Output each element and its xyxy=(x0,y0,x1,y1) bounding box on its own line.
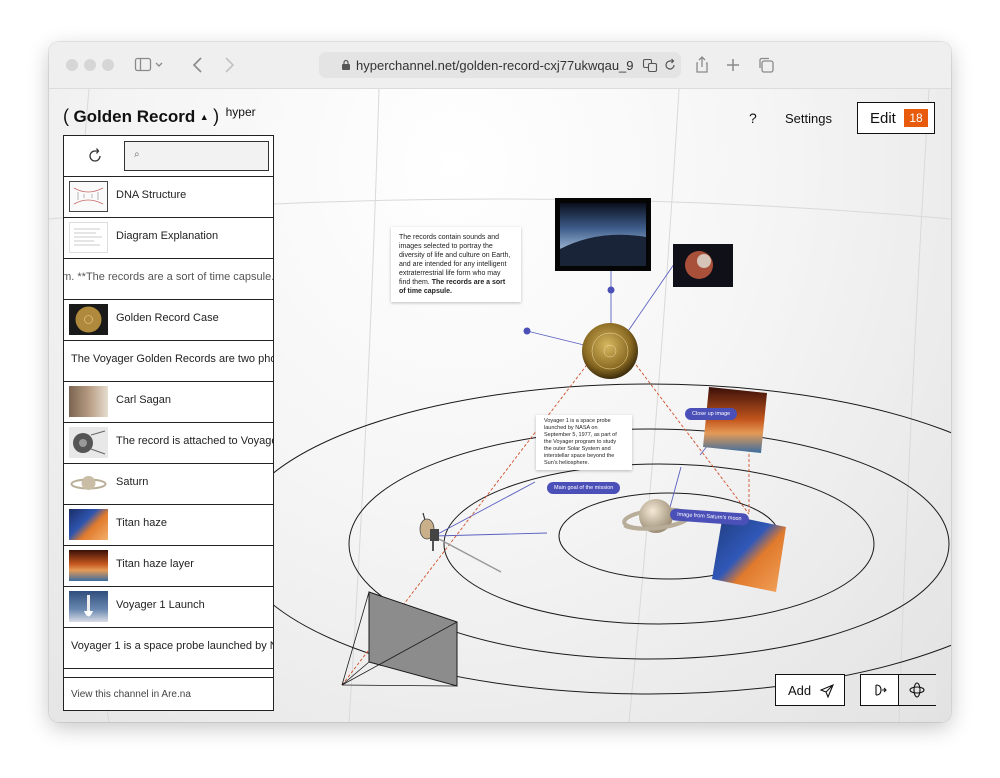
voyager-note-text: Voyager 1 is a space probe launched by N… xyxy=(544,418,617,466)
list-item-titan-haze[interactable]: Titan haze xyxy=(64,505,273,546)
saturn-thumbnail xyxy=(69,468,108,499)
close-paren: ) xyxy=(213,106,220,126)
list-item-voyager-records-text[interactable]: The Voyager Golden Records are two phono xyxy=(64,341,273,382)
label-main-goal[interactable]: Main goal of the mission xyxy=(547,482,621,494)
arena-link-label: View this channel in Are.na xyxy=(71,689,191,700)
orbit-mode-button[interactable] xyxy=(898,675,936,705)
lock-icon xyxy=(342,59,350,70)
list-item-label: Golden Record Case xyxy=(116,312,219,324)
titan-thumbnail xyxy=(69,509,108,540)
address-bar[interactable]: hyperchannel.net/golden-record-cxj77ukwq… xyxy=(319,52,681,78)
list-item-saturn[interactable]: Saturn xyxy=(64,464,273,505)
edit-label: Edit xyxy=(870,110,896,127)
arena-link[interactable]: View this channel in Are.na xyxy=(64,677,273,711)
add-label: Add xyxy=(788,683,812,698)
earth-photo[interactable] xyxy=(555,198,651,271)
titan-haze-layer-photo[interactable] xyxy=(712,514,786,592)
zoom-window-button[interactable] xyxy=(102,59,114,71)
forward-arrow-icon[interactable] xyxy=(219,55,239,75)
list-item-label: The record is attached to Voyager xyxy=(116,435,273,447)
url-text: hyperchannel.net/golden-record-cxj77ukwq… xyxy=(356,58,634,73)
label-close-up-image[interactable]: Close up image xyxy=(685,408,738,420)
text-page-thumbnail xyxy=(69,222,108,253)
browser-toolbar: hyperchannel.net/golden-record-cxj77ukwq… xyxy=(49,42,951,89)
translate-icon[interactable] xyxy=(642,57,658,73)
search-icon: ⌕ xyxy=(134,149,140,160)
channel-name: Golden Record xyxy=(73,107,196,126)
list-item-time-capsule-text[interactable]: em. **The records are a sort of time cap… xyxy=(64,259,273,300)
list-item-carl-sagan[interactable]: Carl Sagan xyxy=(64,382,273,423)
close-window-button[interactable] xyxy=(66,59,78,71)
back-arrow-icon[interactable] xyxy=(188,55,208,75)
refresh-icon[interactable] xyxy=(86,147,104,165)
list-item-label: Voyager 1 is a space probe launched by N… xyxy=(71,640,273,652)
voyager-note-card[interactable]: Voyager 1 is a space probe launched by N… xyxy=(536,415,632,470)
view-toolbar xyxy=(860,674,936,706)
list-item-dna-structure[interactable]: DNA Structure xyxy=(64,177,273,218)
list-item-golden-record-case[interactable]: Golden Record Case xyxy=(64,300,273,341)
open-paren: ( xyxy=(63,106,69,126)
list-item-voyager-launch[interactable]: Voyager 1 Launch xyxy=(64,587,273,628)
golden-record-note-card[interactable]: The records contain sounds and images se… xyxy=(391,227,521,302)
browser-window: hyperchannel.net/golden-record-cxj77ukwq… xyxy=(49,42,951,722)
minimize-window-button[interactable] xyxy=(84,59,96,71)
portrait-thumbnail xyxy=(69,386,108,417)
titan-haze-thumbnail xyxy=(69,550,108,581)
list-item-record-attached[interactable]: The record is attached to Voyager xyxy=(64,423,273,464)
list-item-label: DNA Structure xyxy=(116,189,187,201)
camera-path-icon xyxy=(875,684,887,696)
launch-thumbnail xyxy=(69,591,108,622)
settings-button[interactable]: Settings xyxy=(785,111,832,126)
list-item-label: Titan haze xyxy=(116,517,167,529)
channel-title[interactable]: ( Golden Record ▲ ) hyper xyxy=(63,105,256,127)
list-item-label: em. **The records are a sort of time cap… xyxy=(64,271,273,283)
help-button[interactable]: ? xyxy=(749,110,757,126)
list-item-label: Diagram Explanation xyxy=(116,230,219,242)
list-item-label: Carl Sagan xyxy=(116,394,172,406)
search-input[interactable]: ⌕ xyxy=(124,141,269,171)
add-button[interactable]: Add xyxy=(775,674,845,706)
dna-diagram-thumbnail xyxy=(69,181,108,212)
new-tab-icon[interactable] xyxy=(723,55,743,75)
send-icon xyxy=(820,684,834,698)
hyperchannel-canvas[interactable]: The records contain sounds and images se… xyxy=(49,89,951,722)
golden-record-disc[interactable] xyxy=(582,323,638,379)
edit-button[interactable]: Edit 18 xyxy=(857,102,935,134)
sidebar-toggle-icon[interactable] xyxy=(134,55,164,75)
edit-count-badge: 18 xyxy=(904,109,928,127)
camera-frustum[interactable] xyxy=(341,591,458,687)
reload-icon[interactable] xyxy=(663,58,677,72)
share-icon[interactable] xyxy=(692,55,712,75)
list-item-diagram-explanation[interactable]: Diagram Explanation xyxy=(64,218,273,259)
camera-mode-button[interactable] xyxy=(861,675,898,705)
orbit-icon xyxy=(909,682,925,698)
brand-hyper: hyper xyxy=(225,105,256,119)
list-item-titan-haze-layer[interactable]: Titan haze layer xyxy=(64,546,273,587)
sidebar-toolbar: ⌕ xyxy=(64,136,273,177)
caret-up-icon[interactable]: ▲ xyxy=(200,112,209,122)
block-list: DNA Structure Diagram Explanation em. **… xyxy=(64,177,273,669)
spacecraft-thumbnail xyxy=(69,427,108,458)
channel-sidebar: ⌕ DNA Structure Diagram Explanation em. … xyxy=(63,135,274,711)
astronaut-photo[interactable] xyxy=(673,244,733,287)
list-item-label: Saturn xyxy=(116,476,149,488)
list-item-label: The Voyager Golden Records are two phono xyxy=(71,353,273,365)
golden-disc-thumbnail xyxy=(69,304,108,335)
list-item-label: Titan haze layer xyxy=(116,558,194,570)
list-item-label: Voyager 1 Launch xyxy=(116,599,205,611)
list-item-voyager-probe-text[interactable]: Voyager 1 is a space probe launched by N… xyxy=(64,628,273,669)
tab-overview-icon[interactable] xyxy=(756,55,776,75)
titan-haze-photo[interactable] xyxy=(703,387,767,453)
